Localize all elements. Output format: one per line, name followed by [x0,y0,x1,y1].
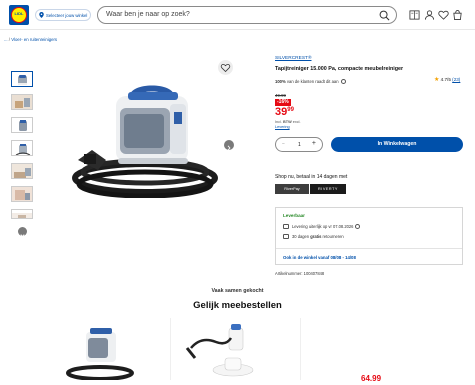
cart-icon[interactable] [452,9,463,21]
return-free: gratis [310,234,322,239]
increase-quantity-button[interactable]: + [312,140,316,147]
rating-count[interactable]: (23) [452,77,460,82]
return-suffix: retourneren [322,234,344,239]
availability-status: Leverbaar [283,213,305,218]
breadcrumb-ellipsis[interactable]: ... [4,37,8,42]
recommendation-text: 100% van de klanten raadt dit aan [275,79,346,85]
location-pin-icon [39,12,44,18]
recommendation-card[interactable] [50,318,150,381]
thumbnail-image [19,120,27,131]
product-main-image [72,85,218,198]
recommendation-price: 64.99 [361,374,382,383]
riverty-logo: RIVERTY [310,184,346,194]
thumbnail-6[interactable] [11,186,33,202]
delivery-text: Levering uiterlijk op vr 07.08.2026 [292,224,354,229]
search-placeholder: Waar ben je naar op zoek? [106,11,190,18]
pay-later-text: Shop nu, betaal in 14 dagen met [275,174,348,180]
breadcrumb-category[interactable]: Vloer- en ruitenreinigers [11,37,57,42]
info-icon[interactable] [340,79,346,85]
btw-label: BTW [283,120,292,124]
add-to-favorites-button[interactable] [218,60,233,75]
favorites-icon[interactable] [438,9,449,21]
breadcrumb-separator: / [8,37,10,42]
thumbnail-2[interactable] [11,94,33,110]
recommendation-card[interactable] [170,318,280,380]
return-icon [283,234,289,240]
recommendation-card[interactable] [300,318,420,380]
thumbnail-image [12,213,32,218]
recommendations-subtitle: Vaak samen gekocht [211,288,264,294]
recommendations-title: Gelijk meebestellen [193,300,282,311]
thumbnail-3[interactable] [11,117,33,133]
tax-info: Incl. BTW excl. Levering [275,120,301,130]
logo-text: LIDL [14,11,24,16]
search-icon[interactable] [379,10,390,21]
thumbnail-image [15,144,31,155]
current-price: 3999 [275,106,294,118]
star-icon: ★ [434,77,440,83]
delivery-row: Levering uiterlijk op vr 07.08.2026 [283,224,361,230]
site-header: LIDL Selecteer jouw winkel Waar ben je n… [0,0,475,30]
divider [276,248,462,249]
old-price: 49.99 [275,93,286,98]
recommendation-percent: 100% [275,79,286,84]
chevron-right-icon [227,145,231,151]
incl-label: Incl. [275,120,282,124]
decrease-quantity-button[interactable]: − [282,141,285,147]
thumbnail-scroll-down-button[interactable] [18,227,27,238]
brand-link[interactable]: SILVERCREST® [275,56,312,61]
thumbnail-4[interactable] [11,140,33,156]
returns-row: 30 dagen gratis retourneren [283,234,344,240]
next-image-button[interactable] [224,140,234,151]
search-input[interactable]: Waar ben je naar op zoek? [97,6,397,24]
thumbnail-image [12,95,32,109]
store-selector-label: Selecteer jouw winkel [46,13,88,18]
thumbnail-1[interactable] [11,71,33,87]
chevron-down-icon [20,234,25,238]
return-prefix: 30 dagen [292,234,310,239]
thumbnail-image [12,164,32,178]
in-store-availability: Ook in de winkel vanaf 08/08 - 14/08 [283,255,356,260]
heart-icon [220,64,231,73]
discount-badge: -16% [275,99,291,106]
quantity-value[interactable]: 1 [298,142,301,148]
recommendation-image [185,324,254,377]
rating-value: 4.7/5 [440,77,451,82]
price-main: 39 [275,106,288,118]
recommendation-label: van de klanten raadt dit aan [286,79,339,84]
delivery-info-box: Leverbaar Levering uiterlijk op vr 07.08… [275,207,463,265]
product-title: Tapijtreiniger 15.000 Pa, compacte meube… [275,66,404,72]
truck-icon [283,224,289,230]
price-cents: 99 [287,107,294,113]
breadcrumb: ... / Vloer- en ruitenreinigers [4,37,57,42]
riverpay-logo: RiverPay [275,184,309,194]
recommendation-image [66,328,134,381]
info-icon[interactable] [355,224,361,230]
excl-label: excl. [292,120,301,124]
thumbnail-image [18,75,27,85]
article-number: Artikelnummer: 100407848 [275,271,325,276]
store-selector[interactable]: Selecteer jouw winkel [35,9,91,21]
brochure-icon[interactable] [409,9,420,21]
thumbnail-7[interactable] [11,209,33,219]
thumbnail-5[interactable] [11,163,33,179]
product-rating[interactable]: ★ 4.7/5 (23) [434,76,460,83]
shipping-link[interactable]: Levering [275,125,290,129]
quantity-stepper[interactable]: − 1 + [275,137,323,152]
account-icon[interactable] [424,9,435,21]
thumbnail-image [12,187,32,201]
add-to-cart-button[interactable]: In Winkelwagen [331,137,463,152]
lidl-logo[interactable]: LIDL [9,5,29,25]
